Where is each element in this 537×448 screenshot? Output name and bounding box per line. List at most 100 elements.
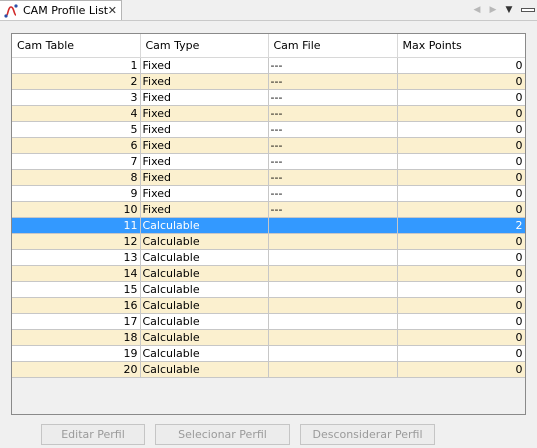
column-header-cam-type[interactable]: Cam Type xyxy=(140,34,269,58)
nav-forward-icon[interactable]: ▶ xyxy=(486,5,500,15)
close-icon[interactable]: ✕ xyxy=(108,4,117,17)
cam-table-cell: 12 xyxy=(12,233,141,250)
table-row[interactable]: 7 Fixed --- 0 xyxy=(12,153,525,170)
nav-back-icon[interactable]: ◀ xyxy=(470,5,484,15)
table-row[interactable]: 17 Calculable 0 xyxy=(12,313,525,330)
cam-file-cell xyxy=(268,265,398,282)
table-row[interactable]: 5 Fixed --- 0 xyxy=(12,121,525,138)
cam-type-cell: Fixed xyxy=(140,201,269,218)
table-row[interactable]: 4 Fixed --- 0 xyxy=(12,105,525,122)
max-points-cell: 0 xyxy=(397,185,525,202)
max-points-cell: 0 xyxy=(397,73,525,90)
table-row[interactable]: 18 Calculable 0 xyxy=(12,329,525,346)
cam-table-cell: 18 xyxy=(12,329,141,346)
max-points-cell: 0 xyxy=(397,345,525,362)
max-points-cell: 0 xyxy=(397,169,525,186)
cam-table-cell: 7 xyxy=(12,153,141,170)
disregard-profile-button[interactable]: Desconsiderar Perfil xyxy=(300,424,435,445)
table-row[interactable]: 6 Fixed --- 0 xyxy=(12,137,525,154)
edit-profile-button[interactable]: Editar Perfil xyxy=(41,424,145,445)
cam-file-cell xyxy=(268,361,398,378)
cam-table-cell: 13 xyxy=(12,249,141,266)
cam-profile-icon xyxy=(4,3,18,18)
table-row[interactable]: 20 Calculable 0 xyxy=(12,361,525,378)
max-points-cell: 2 xyxy=(397,217,525,234)
cam-table-cell: 17 xyxy=(12,313,141,330)
cam-table-cell: 4 xyxy=(12,105,141,122)
column-header-cam-table[interactable]: Cam Table xyxy=(12,34,141,58)
cam-type-cell: Calculable xyxy=(140,233,269,250)
cam-table-cell: 6 xyxy=(12,137,141,154)
cam-table-cell: 11 xyxy=(12,217,141,234)
cam-type-cell: Fixed xyxy=(140,89,269,106)
cam-type-cell: Fixed xyxy=(140,121,269,138)
table-row[interactable]: 13 Calculable 0 xyxy=(12,249,525,266)
view-toolbar: ◀ ▶ ▼ xyxy=(470,1,535,19)
cam-file-cell xyxy=(268,233,398,250)
table-row[interactable]: 8 Fixed --- 0 xyxy=(12,169,525,186)
cam-type-cell: Fixed xyxy=(140,169,269,186)
tab-cam-profile-list[interactable]: CAM Profile List ✕ xyxy=(0,0,122,20)
cam-file-cell: --- xyxy=(268,89,398,106)
cam-type-cell: Calculable xyxy=(140,249,269,266)
cam-type-cell: Fixed xyxy=(140,185,269,202)
table-row[interactable]: 3 Fixed --- 0 xyxy=(12,89,525,106)
cam-file-cell: --- xyxy=(268,57,398,74)
cam-file-cell: --- xyxy=(268,73,398,90)
table-row[interactable]: 9 Fixed --- 0 xyxy=(12,185,525,202)
table-row[interactable]: 10 Fixed --- 0 xyxy=(12,201,525,218)
max-points-cell: 0 xyxy=(397,57,525,74)
cam-file-cell: --- xyxy=(268,121,398,138)
table-row[interactable]: 19 Calculable 0 xyxy=(12,345,525,362)
column-header-cam-file[interactable]: Cam File xyxy=(268,34,398,58)
cam-type-cell: Calculable xyxy=(140,265,269,282)
max-points-cell: 0 xyxy=(397,265,525,282)
table-row[interactable]: 11 Calculable 2 xyxy=(12,217,525,234)
cam-file-cell xyxy=(268,281,398,298)
cam-file-cell xyxy=(268,217,398,234)
cam-type-cell: Calculable xyxy=(140,345,269,362)
cam-table-cell: 9 xyxy=(12,185,141,202)
cam-table-cell: 3 xyxy=(12,89,141,106)
table-row[interactable]: 2 Fixed --- 0 xyxy=(12,73,525,90)
max-points-cell: 0 xyxy=(397,249,525,266)
cam-file-cell: --- xyxy=(268,169,398,186)
view-tab-bar: CAM Profile List ✕ ◀ ▶ ▼ xyxy=(0,0,537,21)
max-points-cell: 0 xyxy=(397,153,525,170)
view-menu-icon[interactable]: ▼ xyxy=(502,5,516,15)
cam-file-cell: --- xyxy=(268,185,398,202)
max-points-cell: 0 xyxy=(397,297,525,314)
column-header-max-points[interactable]: Max Points xyxy=(397,34,525,58)
cam-table-cell: 16 xyxy=(12,297,141,314)
cam-file-cell xyxy=(268,329,398,346)
table-row[interactable]: 1 Fixed --- 0 xyxy=(12,57,525,74)
cam-type-cell: Calculable xyxy=(140,361,269,378)
select-profile-button[interactable]: Selecionar Perfil xyxy=(155,424,290,445)
cam-table-cell: 15 xyxy=(12,281,141,298)
cam-table-cell: 2 xyxy=(12,73,141,90)
max-points-cell: 0 xyxy=(397,329,525,346)
table-row[interactable]: 14 Calculable 0 xyxy=(12,265,525,282)
cam-type-cell: Fixed xyxy=(140,105,269,122)
cam-file-cell: --- xyxy=(268,105,398,122)
cam-table-cell: 19 xyxy=(12,345,141,362)
cam-table-cell: 5 xyxy=(12,121,141,138)
minimize-icon[interactable] xyxy=(521,8,535,12)
cam-file-cell xyxy=(268,297,398,314)
max-points-cell: 0 xyxy=(397,233,525,250)
cam-type-cell: Calculable xyxy=(140,281,269,298)
cam-file-cell: --- xyxy=(268,137,398,154)
table-row[interactable]: 12 Calculable 0 xyxy=(12,233,525,250)
max-points-cell: 0 xyxy=(397,313,525,330)
cam-table-cell: 14 xyxy=(12,265,141,282)
cam-table-cell: 10 xyxy=(12,201,141,218)
table-row[interactable]: 15 Calculable 0 xyxy=(12,281,525,298)
cam-file-cell xyxy=(268,313,398,330)
cam-type-cell: Calculable xyxy=(140,329,269,346)
cam-type-cell: Fixed xyxy=(140,57,269,74)
table-header: Cam Table Cam Type Cam File Max Points xyxy=(12,34,525,58)
max-points-cell: 0 xyxy=(397,105,525,122)
cam-file-cell: --- xyxy=(268,153,398,170)
table-row[interactable]: 16 Calculable 0 xyxy=(12,297,525,314)
max-points-cell: 0 xyxy=(397,361,525,378)
